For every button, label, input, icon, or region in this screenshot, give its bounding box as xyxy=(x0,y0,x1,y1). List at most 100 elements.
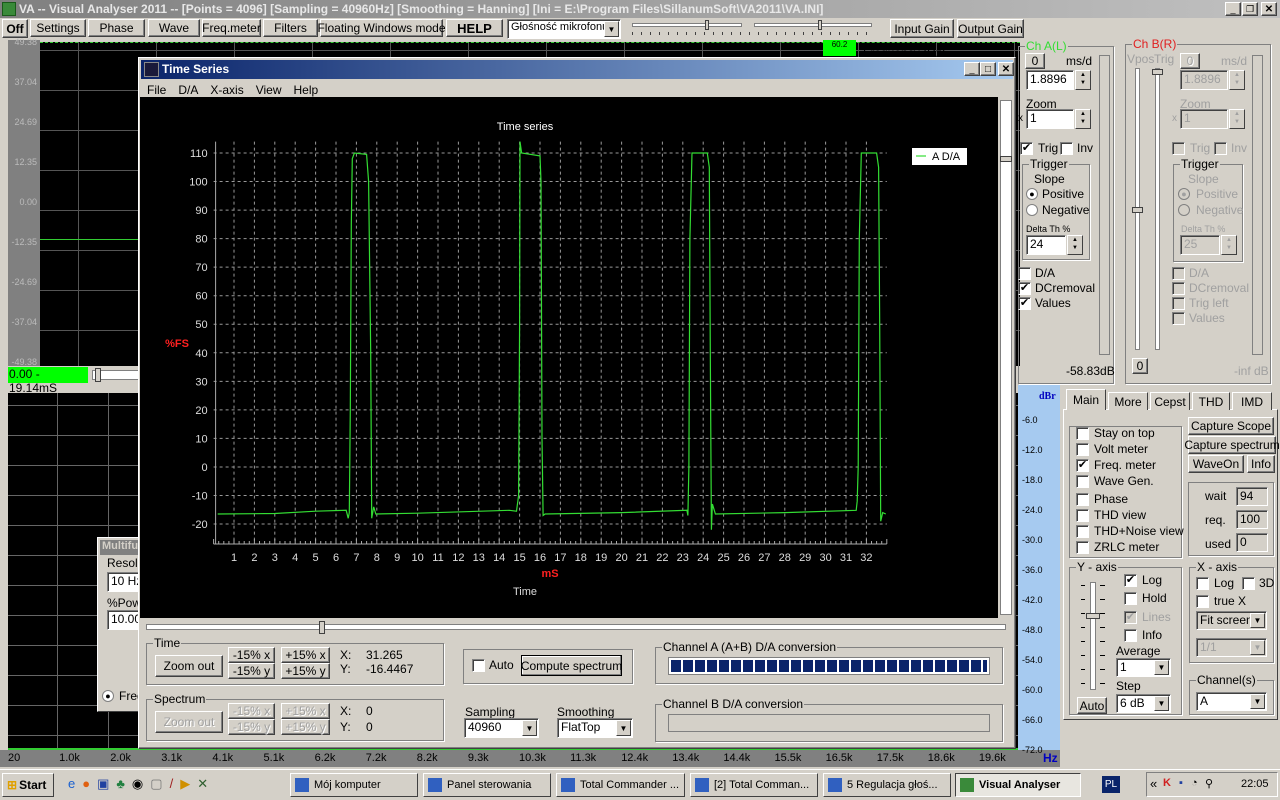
chb-da-checkbox[interactable] xyxy=(1172,267,1185,280)
input-gain-thumb[interactable] xyxy=(705,20,709,30)
chevron-down-icon[interactable]: ▼ xyxy=(1154,696,1169,711)
network-tray-icon[interactable]: ▪ xyxy=(1179,777,1183,789)
option-checkbox[interactable] xyxy=(1076,427,1089,440)
chevron-down-icon[interactable]: ▼ xyxy=(604,21,619,37)
cha-msd-input[interactable]: 1.8896 xyxy=(1026,70,1074,90)
time-minus-y-button[interactable]: -15% y xyxy=(228,663,275,679)
save-icon[interactable]: ▣ xyxy=(97,776,109,794)
chb-msd-input[interactable]: 1.8896 xyxy=(1180,70,1228,90)
ts-menu-item[interactable]: View xyxy=(250,80,288,98)
taskbar-item[interactable]: Total Commander ... xyxy=(556,773,685,797)
chb-vpos-zero-button[interactable]: 0 xyxy=(1132,358,1148,374)
ts-menu-item[interactable]: X-axis xyxy=(204,80,249,98)
cha-delta-input[interactable]: 24 xyxy=(1026,235,1066,255)
cha-delta-spinner[interactable]: ▲ ▼ xyxy=(1067,235,1083,255)
network-icon[interactable]: ♣ xyxy=(116,776,125,794)
antivirus-icon[interactable]: K xyxy=(1163,777,1171,789)
time-zoom-out-button[interactable]: Zoom out xyxy=(155,655,223,677)
cha-zoom-input[interactable]: 1 xyxy=(1026,109,1074,129)
tools-icon[interactable]: ✕ xyxy=(197,776,208,794)
freq-meter-button[interactable]: Freq.meter xyxy=(202,19,261,37)
chb-inv-checkbox[interactable] xyxy=(1214,142,1227,155)
taskbar-item[interactable]: Mój komputer xyxy=(290,773,418,797)
chevron-down-icon[interactable]: ▼ xyxy=(616,720,631,736)
true-x-checkbox[interactable] xyxy=(1196,595,1209,608)
chb-vpos-slider[interactable] xyxy=(1132,68,1143,350)
scope-scroll-thumb[interactable] xyxy=(95,368,101,382)
chb-dcremoval-checkbox[interactable] xyxy=(1172,282,1185,295)
tab-cepst[interactable]: Cepst xyxy=(1150,392,1190,410)
filters-button[interactable]: Filters xyxy=(263,19,318,37)
cha-negative-radio[interactable] xyxy=(1026,204,1038,216)
settings-button[interactable]: Settings xyxy=(30,19,86,37)
volume-icon[interactable]: ◔ xyxy=(1191,777,1198,789)
chevron-down-icon[interactable]: ▼ xyxy=(1154,660,1169,675)
chb-zoom-spinner[interactable]: ▲ ▼ xyxy=(1229,109,1245,129)
usb-icon[interactable]: ⚲ xyxy=(1205,777,1213,790)
wave-button[interactable]: Wave xyxy=(148,19,200,37)
spectrum-minus-x-button[interactable]: -15% x xyxy=(228,703,275,719)
cha-msd-spinner[interactable]: ▲ ▼ xyxy=(1075,70,1091,90)
chb-zero-button[interactable]: 0 xyxy=(1180,53,1200,69)
start-button[interactable]: ⊞ Start xyxy=(2,773,54,797)
taskbar-item[interactable]: Panel sterowania xyxy=(423,773,551,797)
ts-menu-item[interactable]: File xyxy=(141,80,172,98)
time-series-chart[interactable]: 1 2 3 4 5 6 7 8 9 10 11 12 13 14 15 16 17 18 19 20 21 22 23 24 2… xyxy=(140,97,998,618)
show-hidden-icons[interactable]: « xyxy=(1150,776,1157,791)
chevron-down-icon[interactable]: ▼ xyxy=(522,720,537,736)
pen-icon[interactable]: / xyxy=(170,776,174,794)
ts-time-slider-thumb[interactable] xyxy=(319,621,325,634)
ts-maximize-button[interactable]: □ xyxy=(980,62,996,76)
phase-button[interactable]: Phase xyxy=(88,19,145,37)
cha-positive-radio[interactable]: ● xyxy=(1026,188,1038,200)
ts-menu-item[interactable]: Help xyxy=(288,80,325,98)
option-checkbox[interactable] xyxy=(1076,475,1089,488)
time-plus-y-button[interactable]: +15% y xyxy=(281,663,330,679)
input-gain-slider[interactable] xyxy=(632,20,877,36)
capture-spectrum-button[interactable]: Capture spectrum xyxy=(1184,436,1280,454)
language-indicator[interactable]: PL xyxy=(1102,776,1120,793)
firefox-icon[interactable]: ● xyxy=(82,776,90,794)
chevron-down-icon[interactable]: ▼ xyxy=(1250,640,1265,655)
option-checkbox[interactable]: ✔ xyxy=(1076,459,1089,472)
input-gain-button[interactable]: Input Gain xyxy=(890,19,954,38)
option-checkbox[interactable] xyxy=(1076,509,1089,522)
time-plus-x-button[interactable]: +15% x xyxy=(281,647,330,663)
off-button[interactable]: Off xyxy=(2,19,28,38)
fit-screen-select[interactable]: Fit screen ▼ xyxy=(1196,611,1267,630)
chb-trig-checkbox[interactable] xyxy=(1172,142,1185,155)
time-minus-x-button[interactable]: -15% x xyxy=(228,647,275,663)
chb-msd-spinner[interactable]: ▲ ▼ xyxy=(1229,70,1245,90)
taskbar-item[interactable]: Visual Analyser xyxy=(955,773,1081,797)
ts-vertical-scrollbar[interactable] xyxy=(1000,100,1012,615)
chb-delta-spinner[interactable]: ▲ ▼ xyxy=(1221,235,1237,255)
channel-select[interactable]: A ▼ xyxy=(1196,692,1267,711)
option-checkbox[interactable] xyxy=(1076,525,1089,538)
ts-time-slider[interactable] xyxy=(146,621,1006,634)
cha-trig-checkbox[interactable]: ✔ xyxy=(1020,142,1033,155)
y-log-checkbox[interactable]: ✔ xyxy=(1124,574,1137,587)
camera-icon[interactable]: ▢ xyxy=(150,776,162,794)
chb-trig-left-checkbox[interactable] xyxy=(1172,297,1185,310)
y-info-checkbox[interactable] xyxy=(1124,629,1137,642)
cha-zoom-spinner[interactable]: ▲ ▼ xyxy=(1075,109,1091,129)
option-checkbox[interactable] xyxy=(1076,541,1089,554)
spectrum-plus-x-button[interactable]: +15% x xyxy=(281,703,330,719)
tab-more[interactable]: More xyxy=(1108,392,1148,410)
option-checkbox[interactable] xyxy=(1076,493,1089,506)
ts-menu-item[interactable]: D/A xyxy=(172,80,204,98)
scope-scrollbar[interactable] xyxy=(92,368,142,382)
chevron-down-icon[interactable]: ▼ xyxy=(1250,694,1265,709)
y-axis-auto-button[interactable]: Auto xyxy=(1077,697,1107,714)
chb-trig-slider[interactable] xyxy=(1152,68,1163,350)
chb-negative-radio[interactable] xyxy=(1178,204,1190,216)
chb-delta-input[interactable]: 25 xyxy=(1180,235,1220,255)
ts-close-button[interactable]: ✕ xyxy=(998,62,1014,76)
cha-dcremoval-checkbox[interactable]: ✔ xyxy=(1018,282,1031,295)
sampling-select[interactable]: 40960 ▼ xyxy=(464,718,539,738)
chb-zoom-input[interactable]: 1 xyxy=(1180,109,1228,129)
output-gain-button[interactable]: Output Gain xyxy=(957,19,1024,38)
output-gain-thumb[interactable] xyxy=(818,20,822,30)
cha-da-checkbox[interactable] xyxy=(1018,267,1031,280)
floating-windows-button[interactable]: Floating Windows mode xyxy=(317,19,446,37)
